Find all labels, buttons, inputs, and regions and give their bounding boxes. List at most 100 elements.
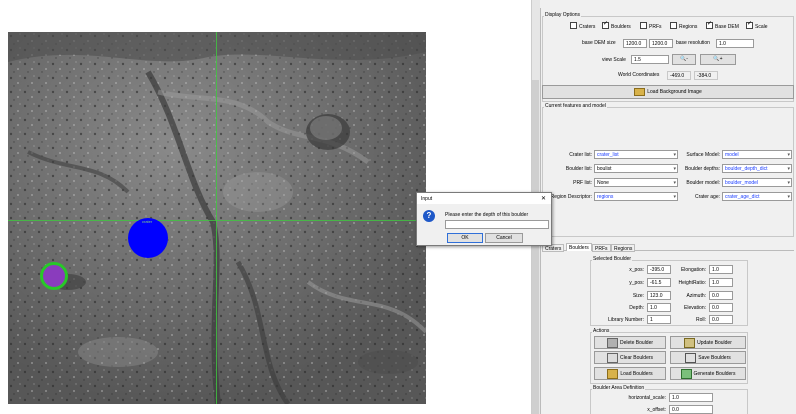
elongation-label: Elongation: bbox=[680, 267, 706, 273]
select-value: None bbox=[597, 180, 609, 186]
checkbox-label: Base DEM bbox=[715, 23, 739, 30]
view-scale-label: view Scale bbox=[602, 57, 626, 63]
elongation-input[interactable]: 1.0 bbox=[709, 265, 733, 274]
depth-label: Depth: bbox=[629, 305, 644, 311]
prfs-checkbox[interactable]: PRFs bbox=[640, 22, 662, 30]
world-coordinates-label: World Coordinates bbox=[618, 72, 660, 78]
select-value: boulder_depth_dict bbox=[725, 166, 768, 172]
input-dialog: Input ✕ ? Please enter the depth of this… bbox=[416, 192, 552, 246]
scale-checkbox[interactable]: Scale bbox=[746, 20, 768, 30]
checkbox-icon bbox=[706, 20, 713, 29]
base-dem-height-input[interactable]: 1200.0 bbox=[649, 39, 673, 48]
boulder-area-definition-title: Boulder Area Definition bbox=[592, 385, 646, 391]
base-dem-checkbox[interactable]: Base DEM bbox=[706, 20, 739, 30]
save-boulders-button[interactable]: Save Boulders bbox=[670, 351, 746, 364]
select-value: regions bbox=[597, 194, 614, 200]
tab-regions[interactable]: Regions bbox=[611, 244, 636, 252]
craters-checkbox[interactable]: Craters bbox=[570, 22, 595, 30]
selected-boulder-marker[interactable] bbox=[128, 218, 168, 258]
x-offset-label: x_offset: bbox=[647, 407, 666, 413]
cancel-button[interactable]: Cancel bbox=[485, 233, 523, 243]
depth-input-field[interactable] bbox=[445, 220, 549, 229]
roll-label: Roll: bbox=[695, 317, 706, 323]
surface-model-select[interactable]: model ▾ bbox=[722, 150, 792, 159]
x-offset-input[interactable]: 0.0 bbox=[669, 405, 713, 414]
load-boulders-button[interactable]: Load Boulders bbox=[594, 367, 666, 380]
update-boulder-label: Update Boulder bbox=[697, 340, 732, 346]
base-dem-width-input[interactable]: 1200.0 bbox=[623, 39, 647, 48]
delete-boulder-button[interactable]: Delete Boulder bbox=[594, 336, 666, 349]
clear-icon bbox=[606, 352, 618, 363]
dialog-title: Input bbox=[421, 196, 433, 202]
display-options-title: Display Options bbox=[544, 12, 582, 18]
regions-checkbox[interactable]: Regions bbox=[670, 22, 697, 30]
ok-button[interactable]: OK bbox=[447, 233, 483, 243]
save-boulders-label: Save Boulders bbox=[698, 355, 731, 361]
load-background-image-button[interactable]: Load Background Image bbox=[542, 85, 794, 99]
zoom-out-label: - bbox=[686, 56, 688, 62]
tab-prfs[interactable]: PRFs bbox=[592, 244, 611, 252]
delete-icon bbox=[606, 337, 618, 348]
scrollbar-thumb[interactable] bbox=[532, 80, 539, 414]
terrain-canvas[interactable]: crater bbox=[8, 32, 426, 404]
boulders-checkbox[interactable]: Boulders bbox=[602, 20, 631, 30]
select-value: crater_list bbox=[597, 152, 619, 158]
checkbox-label: Boulders bbox=[611, 23, 631, 30]
azimuth-input[interactable]: 0.0 bbox=[709, 291, 733, 300]
selected-boulder-title: Selected Boulder bbox=[592, 256, 633, 262]
height-ratio-input[interactable]: 1.0 bbox=[709, 278, 733, 287]
folder-icon bbox=[634, 87, 646, 96]
checkbox-icon bbox=[570, 22, 577, 29]
grid-icon bbox=[680, 368, 692, 379]
generate-boulders-button[interactable]: Generate Boulders bbox=[670, 367, 746, 380]
boulder-list-select[interactable]: boulist ▾ bbox=[594, 164, 678, 173]
crater-list-select[interactable]: crater_list ▾ bbox=[594, 150, 678, 159]
checkbox-icon bbox=[602, 20, 609, 29]
base-dem-size-label: base DEM size bbox=[582, 40, 616, 46]
tab-boulders[interactable]: Boulders bbox=[566, 243, 592, 251]
close-icon[interactable]: ✕ bbox=[541, 195, 546, 203]
generate-boulders-label: Generate Boulders bbox=[693, 371, 736, 377]
chevron-down-icon: ▾ bbox=[787, 194, 790, 200]
size-label: Size: bbox=[632, 293, 644, 299]
roll-input[interactable]: 0.0 bbox=[709, 315, 733, 324]
base-resolution-input[interactable]: 1.0 bbox=[716, 39, 754, 48]
elevation-label: Elevation: bbox=[684, 305, 706, 311]
dialog-message: Please enter the depth of this boulder bbox=[445, 212, 529, 218]
elevation-input[interactable]: 0.0 bbox=[709, 303, 733, 312]
library-number-label: Library Number: bbox=[608, 317, 644, 323]
surface-model-label: Surface Model: bbox=[686, 152, 720, 158]
zoom-out-button[interactable]: 🔍- bbox=[672, 54, 696, 65]
azimuth-label: Azimuth: bbox=[686, 293, 706, 299]
folder-icon bbox=[607, 368, 619, 379]
crater-age-label: Crater age: bbox=[694, 194, 720, 200]
x-pos-label: x_pos: bbox=[629, 267, 644, 273]
clear-boulders-button[interactable]: Clear Boulders bbox=[594, 351, 666, 364]
chevron-down-icon: ▾ bbox=[787, 166, 790, 172]
base-resolution-label: base resolution bbox=[676, 40, 710, 46]
select-value: boulder_model bbox=[725, 180, 759, 186]
select-value: crater_age_dict bbox=[725, 194, 760, 200]
crater-age-select[interactable]: crater_age_dict ▾ bbox=[722, 192, 792, 201]
crater-marker-label: crater bbox=[142, 219, 153, 224]
boulder-model-select[interactable]: boulder_model ▾ bbox=[722, 178, 792, 187]
save-icon bbox=[685, 352, 697, 363]
zoom-in-button[interactable]: 🔍+ bbox=[700, 54, 736, 65]
boulder-depths-select[interactable]: boulder_depth_dict ▾ bbox=[722, 164, 792, 173]
height-ratio-label: HeightRatio: bbox=[678, 280, 706, 286]
view-scale-input[interactable]: 1.5 bbox=[631, 55, 669, 64]
horizontal-scale-label: horizontal_scale: bbox=[628, 395, 666, 401]
prf-list-select[interactable]: None ▾ bbox=[594, 178, 678, 187]
checkbox-label: Scale bbox=[755, 23, 768, 30]
crosshair-horizontal bbox=[8, 220, 426, 221]
boulder-list-label: Boulder list: bbox=[565, 166, 592, 172]
boulder-depths-label: Boulder depths: bbox=[684, 166, 720, 172]
region-descriptor-select[interactable]: regions ▾ bbox=[594, 192, 678, 201]
crater-list-label: Crater list: bbox=[569, 152, 592, 158]
edit-icon bbox=[684, 337, 696, 348]
update-boulder-button[interactable]: Update Boulder bbox=[670, 336, 746, 349]
crosshair-vertical bbox=[216, 32, 217, 404]
checkbox-icon bbox=[640, 22, 647, 29]
horizontal-scale-input[interactable]: 1.0 bbox=[669, 393, 713, 402]
boulder-marker[interactable] bbox=[40, 262, 68, 290]
